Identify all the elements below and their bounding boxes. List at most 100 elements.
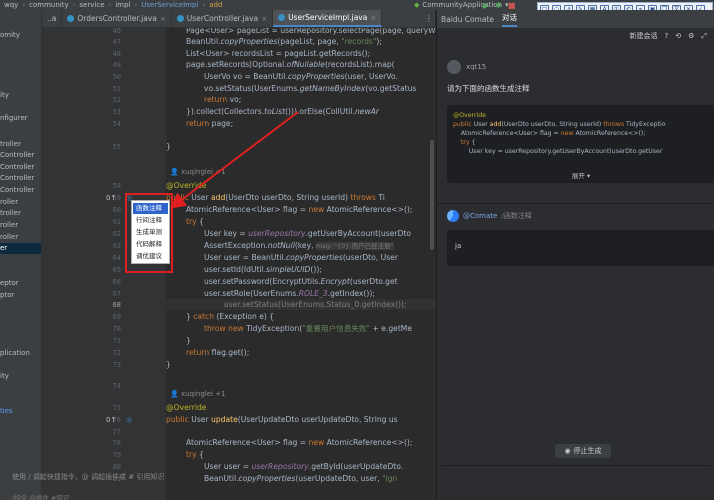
tree-item[interactable]: er: [0, 243, 41, 254]
run-icon[interactable]: ▶: [483, 1, 489, 10]
editor-scrollbar[interactable]: [430, 140, 434, 250]
class-icon: [176, 15, 184, 22]
breadcrumb-item[interactable]: community: [29, 1, 68, 9]
answer-text: ja: [455, 242, 462, 250]
tree-item[interactable]: eptor: [0, 278, 41, 289]
history-icon[interactable]: ⟲: [675, 32, 681, 40]
tab-label: UserServiceImpl.java: [288, 13, 368, 22]
tab-baidu-comate[interactable]: Baidu Comate: [441, 15, 494, 24]
close-icon[interactable]: ×: [160, 15, 166, 23]
line-number: 75: [112, 404, 121, 412]
code-author-hint[interactable]: 👤 xuqinglei +1: [170, 168, 226, 176]
chat-input[interactable]: [441, 465, 711, 500]
tree-item[interactable]: troller: [0, 208, 41, 219]
app-icon: ◆: [414, 1, 420, 9]
panel-tabs: Baidu Comate 对话: [437, 10, 714, 28]
breadcrumb-item[interactable]: wqy: [4, 1, 18, 9]
divider: [437, 203, 714, 204]
run-toolbar: ▶ ✱ ■: [483, 0, 515, 10]
code-editor[interactable]: Page<User> pageList = userRepository.sel…: [166, 28, 436, 500]
stop-icon[interactable]: ■: [508, 1, 516, 10]
line-number: 51: [112, 85, 121, 93]
tree-item[interactable]: plication: [0, 348, 41, 359]
tree-item[interactable]: omity: [0, 30, 41, 41]
line-number: 71: [112, 337, 121, 345]
line-number: 47: [112, 38, 121, 46]
class-icon: [278, 14, 286, 21]
tab-chat[interactable]: 对话: [502, 12, 518, 27]
line-number: 78: [112, 439, 121, 447]
override-icon[interactable]: 0↑: [106, 416, 116, 424]
tree-item[interactable]: ptor: [0, 290, 41, 301]
debug-icon[interactable]: ✱: [495, 1, 502, 10]
tree-item[interactable]: troller: [0, 139, 41, 150]
tabs-overflow-icon[interactable]: ⋮: [425, 14, 433, 23]
code-author-hint[interactable]: 👤 xuqinglei +1: [170, 390, 226, 398]
comate-logo-icon: [447, 210, 459, 222]
tree-item[interactable]: roller: [0, 197, 41, 208]
tree-item[interactable]: roller: [0, 220, 41, 231]
line-number: 63: [112, 242, 121, 250]
close-icon[interactable]: ×: [261, 15, 267, 23]
tab-user-service-impl[interactable]: UserServiceImpl.java ×: [273, 10, 383, 27]
tab-label: ..a: [47, 14, 57, 23]
comate-gutter-icon[interactable]: ◎: [126, 416, 132, 424]
line-number: 70: [112, 325, 121, 333]
tab-label: UserController.java: [186, 14, 259, 23]
line-number: 64: [112, 254, 121, 262]
expand-button[interactable]: 展开 ▾: [447, 170, 714, 180]
line-number: 68: [112, 301, 121, 309]
user-name: xqt15: [466, 63, 487, 71]
tab-a[interactable]: ..a: [42, 10, 63, 27]
comate-command: /函数注释: [501, 212, 532, 220]
tree-item[interactable]: Controller: [0, 185, 41, 196]
line-number: 50: [112, 73, 121, 81]
chat-input-hints: /指令 @插件 #知识: [12, 494, 70, 500]
class-icon: [67, 15, 75, 22]
line-number: 79: [112, 451, 121, 459]
tree-item[interactable]: Controller: [0, 150, 41, 161]
tree-item[interactable]: nfigurer: [0, 113, 41, 124]
new-chat-button[interactable]: 新建会话: [630, 31, 658, 41]
breadcrumb-item[interactable]: UserServiceImpl: [141, 1, 198, 9]
line-number: 62: [112, 230, 121, 238]
answer-card: ja: [447, 230, 714, 266]
breadcrumb-item[interactable]: service: [79, 1, 104, 9]
line-number: 67: [112, 290, 121, 298]
stop-icon: ◉: [564, 447, 571, 455]
user-header: xqt15: [447, 60, 486, 74]
tree-item[interactable]: Controller: [0, 162, 41, 173]
override-icon[interactable]: 0↑: [106, 194, 116, 202]
help-icon[interactable]: ?: [665, 32, 669, 40]
user-message: 请为下面的函数生成注释: [447, 84, 530, 93]
breadcrumb-item[interactable]: add: [209, 1, 222, 9]
expand-icon[interactable]: ⤢: [701, 32, 707, 41]
tab-label: OrdersController.java: [77, 14, 157, 23]
line-number: 73: [112, 361, 121, 369]
line-number: 55: [112, 143, 121, 151]
annotation-box: [125, 193, 173, 273]
gear-icon[interactable]: ⚙: [688, 32, 694, 40]
line-number: 69: [112, 313, 121, 321]
tree-item[interactable]: Controller: [0, 173, 41, 184]
stop-label: 停止生成: [573, 447, 602, 455]
tab-orders-controller[interactable]: OrdersController.java ×: [62, 10, 172, 27]
line-number: 74: [112, 382, 121, 390]
tree-item[interactable]: ity: [0, 371, 41, 382]
line-number: 46: [112, 27, 121, 35]
breadcrumb-item[interactable]: impl: [115, 1, 130, 9]
tree-item[interactable]: ties: [0, 406, 41, 417]
close-icon[interactable]: ×: [370, 14, 376, 22]
project-tree: omity ity nfigurer troller Controller Control…: [0, 10, 42, 500]
comate-name: @Comate: [463, 212, 498, 220]
panel-toolbar: 新建会话 ? ⟲ ⚙ ⤢: [437, 28, 714, 44]
avatar: [447, 60, 461, 74]
line-number: 54: [112, 120, 121, 128]
line-number: 80: [112, 463, 121, 471]
line-number: 66: [112, 278, 121, 286]
tree-item[interactable]: roller: [0, 232, 41, 243]
tree-item[interactable]: ity: [0, 90, 41, 101]
stop-generating-button[interactable]: ◉ 停止生成: [555, 444, 611, 458]
comate-panel: Baidu Comate 对话 新建会话 ? ⟲ ⚙ ⤢ xqt15 请为下面的…: [436, 10, 714, 500]
tab-user-controller[interactable]: UserController.java ×: [172, 10, 274, 27]
